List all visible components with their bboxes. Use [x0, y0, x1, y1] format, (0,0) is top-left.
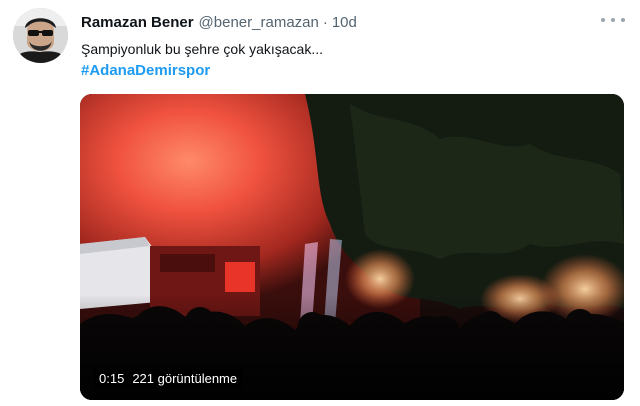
separator-dot: · — [322, 14, 328, 31]
video-frame — [80, 94, 624, 400]
more-options-icon[interactable] — [601, 12, 625, 28]
video-info-badge: 0:15 221 görüntülenme — [93, 369, 244, 389]
tweet-header: Ramazan Bener @bener_ramazan · 10d — [81, 14, 357, 32]
author-handle[interactable]: @bener_ramazan — [199, 14, 319, 32]
more-dot — [621, 18, 625, 22]
video-duration: 0:15 — [99, 371, 125, 386]
more-dot — [601, 18, 605, 22]
tweet-timestamp[interactable]: 10d — [332, 14, 357, 32]
tweet-card[interactable]: Ramazan Bener @bener_ramazan · 10d Şampi… — [0, 0, 640, 406]
avatar[interactable] — [13, 8, 68, 63]
more-dot — [611, 18, 615, 22]
hashtag-link[interactable]: #AdanaDemirspor — [81, 61, 210, 80]
tweet-text: Şampiyonluk bu şehre çok yakışacak... — [81, 41, 324, 57]
author-name[interactable]: Ramazan Bener — [81, 14, 194, 32]
video-player[interactable] — [80, 94, 624, 400]
video-view-count: 221 görüntülenme — [132, 371, 238, 386]
avatar-photo — [13, 8, 68, 63]
